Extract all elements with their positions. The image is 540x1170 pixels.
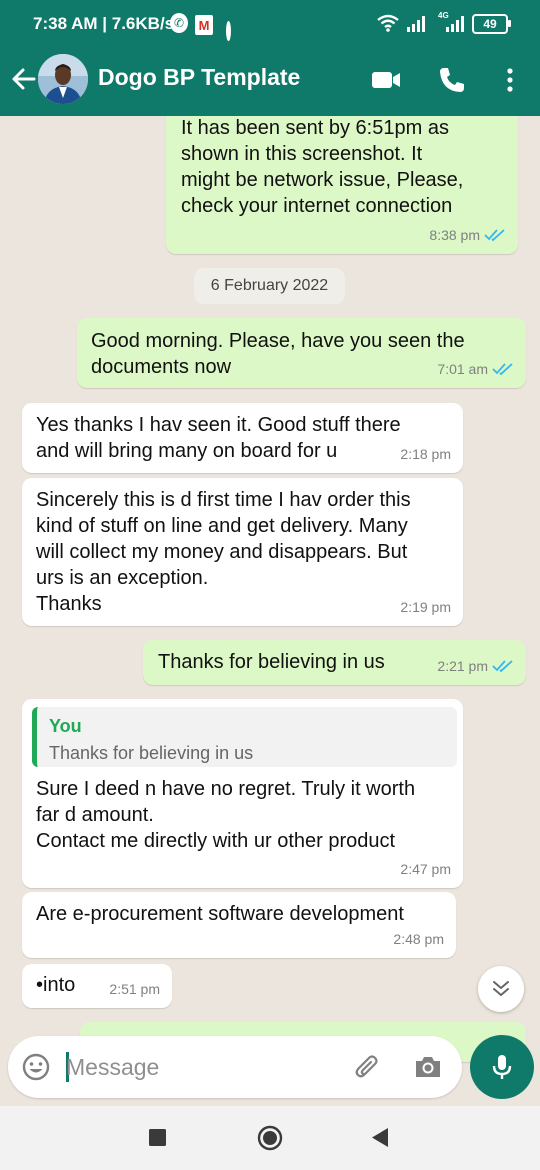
message-text: Good morning. Please, have you seen the … bbox=[91, 330, 465, 378]
wifi-icon bbox=[377, 14, 399, 32]
back-arrow-icon[interactable] bbox=[8, 63, 40, 95]
message-text: •into bbox=[36, 974, 76, 996]
message-meta: 7:01 am bbox=[437, 356, 514, 382]
message-time: 2:48 pm bbox=[393, 931, 444, 947]
scroll-to-bottom-button[interactable] bbox=[478, 966, 524, 1012]
gmail-notification-icon: M bbox=[195, 15, 213, 35]
message-time: 2:47 pm bbox=[400, 861, 451, 877]
avatar-image bbox=[38, 54, 88, 104]
message-meta: 2:18 pm bbox=[400, 441, 451, 467]
message-meta: 2:47 pm bbox=[400, 856, 451, 882]
message-bubble-incoming[interactable]: Are e-procurement software development 2… bbox=[22, 892, 456, 958]
message-text: Yes thanks I hav seen it. Good stuff the… bbox=[36, 414, 401, 462]
chat-header: Dogo BP Template bbox=[0, 46, 540, 116]
message-time: 2:19 pm bbox=[400, 599, 451, 615]
message-meta: 2:48 pm bbox=[393, 926, 444, 952]
date-separator: 6 February 2022 bbox=[194, 268, 345, 304]
message-bubble-outgoing[interactable]: Good morning. Please, have you seen the … bbox=[77, 318, 526, 388]
message-time: 2:21 pm bbox=[437, 658, 488, 674]
system-navigation-bar bbox=[0, 1106, 540, 1170]
message-bubble-incoming[interactable]: Yes thanks I hav seen it. Good stuff the… bbox=[22, 403, 463, 473]
emoji-icon[interactable] bbox=[20, 1051, 52, 1083]
double-check-icon bbox=[484, 229, 505, 242]
message-text: Sincerely this is d first time I hav ord… bbox=[36, 489, 411, 615]
message-time: 7:01 am bbox=[437, 361, 488, 377]
message-time: 8:38 pm bbox=[429, 227, 480, 243]
message-time: 2:18 pm bbox=[400, 446, 451, 462]
status-time: 7:38 AM | 7.6KB/s bbox=[33, 14, 175, 33]
message-meta: 2:51 pm bbox=[109, 976, 160, 1002]
battery-icon: 49 bbox=[472, 14, 511, 34]
chat-area[interactable]: It has been sent by 6:51pm as shown in t… bbox=[0, 116, 540, 1106]
mic-icon bbox=[492, 1055, 512, 1079]
mic-button[interactable] bbox=[470, 1035, 534, 1099]
status-bar: 7:38 AM | 7.6KB/s ✆ M 4G 49 bbox=[0, 0, 540, 46]
message-input[interactable] bbox=[66, 1050, 336, 1084]
message-bubble-incoming[interactable]: Sincerely this is d first time I hav ord… bbox=[22, 478, 463, 626]
quoted-text: Thanks for believing in us bbox=[49, 743, 254, 763]
signal-icon bbox=[407, 16, 425, 32]
double-chevron-down-icon bbox=[493, 981, 509, 996]
avatar[interactable] bbox=[38, 54, 88, 104]
signal-4g-icon bbox=[446, 16, 464, 32]
message-composer bbox=[8, 1036, 462, 1098]
chat-title[interactable]: Dogo BP Template bbox=[98, 64, 300, 91]
message-meta: 2:21 pm bbox=[437, 653, 514, 679]
message-bubble-incoming[interactable]: •into 2:51 pm bbox=[22, 964, 172, 1008]
message-bubble-outgoing[interactable]: Thanks for believing in us 2:21 pm bbox=[143, 640, 526, 685]
message-meta: 8:38 pm bbox=[429, 222, 506, 248]
message-text: Are e-procurement software development bbox=[36, 903, 404, 925]
message-meta: 2:19 pm bbox=[400, 594, 451, 620]
double-check-icon bbox=[492, 660, 513, 673]
message-text: Thanks for believing in us bbox=[158, 651, 385, 673]
home-icon[interactable] bbox=[257, 1125, 283, 1151]
video-call-icon[interactable] bbox=[370, 64, 402, 96]
camera-icon[interactable] bbox=[412, 1051, 444, 1083]
message-time: 2:51 pm bbox=[109, 981, 160, 997]
message-bubble-outgoing[interactable]: It has been sent by 6:51pm as shown in t… bbox=[166, 116, 518, 254]
back-nav-icon[interactable] bbox=[371, 1127, 389, 1148]
quoted-author: You bbox=[49, 716, 82, 736]
phone-icon[interactable] bbox=[436, 64, 468, 96]
message-text: Sure I deed n have no regret. Truly it w… bbox=[36, 778, 416, 852]
message-bubble-incoming[interactable]: You Thanks for believing in us Sure I de… bbox=[22, 699, 463, 888]
notification-dot-icon bbox=[226, 21, 231, 41]
double-check-icon bbox=[492, 363, 513, 376]
paperclip-icon[interactable] bbox=[352, 1051, 384, 1083]
whatsapp-notification-icon: ✆ bbox=[170, 13, 188, 33]
recents-icon[interactable] bbox=[149, 1129, 166, 1146]
more-vert-icon[interactable] bbox=[494, 64, 526, 96]
quoted-message[interactable]: You Thanks for believing in us bbox=[32, 707, 457, 767]
message-text: It has been sent by 6:51pm as shown in t… bbox=[181, 117, 464, 217]
